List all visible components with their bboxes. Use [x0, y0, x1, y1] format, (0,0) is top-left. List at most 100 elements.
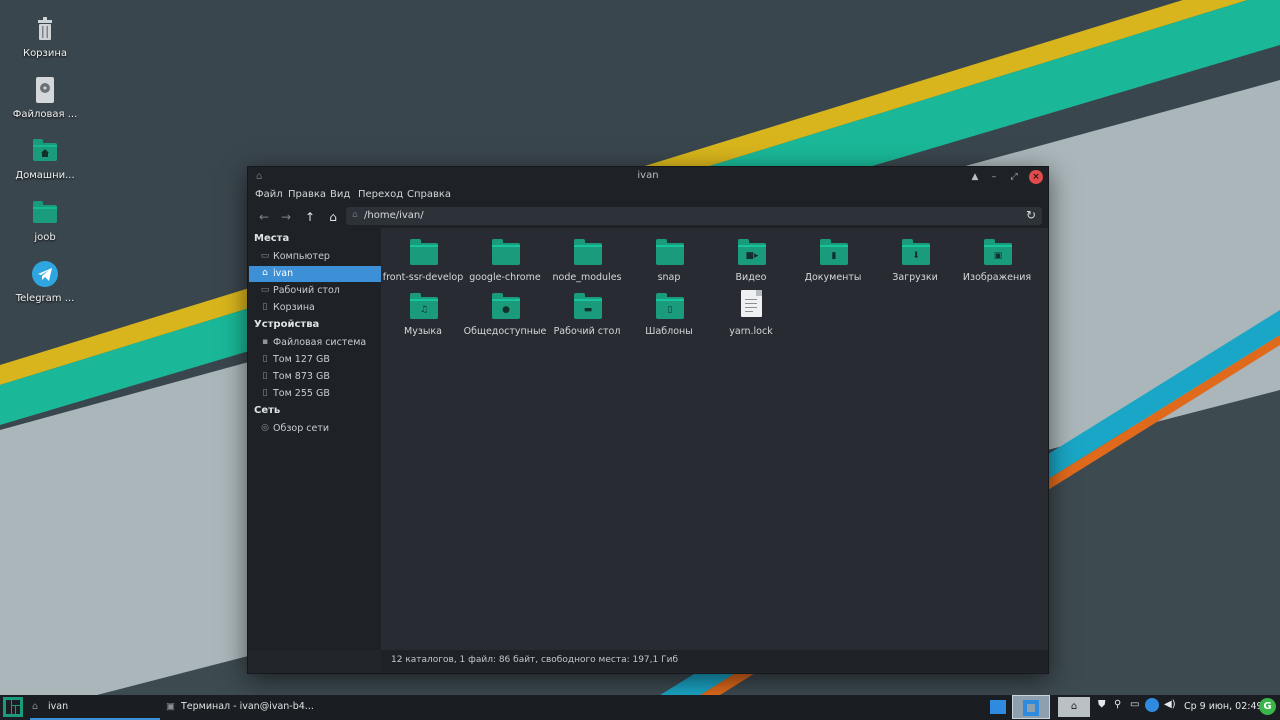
shield-icon[interactable]: ⛊: [1098, 699, 1106, 710]
folder-public-icon: ●: [492, 293, 520, 319]
back-button[interactable]: ←: [255, 208, 273, 226]
computer-icon: ▭: [260, 251, 270, 261]
sidebar-item-ivan[interactable]: ⌂ ivan: [249, 266, 381, 282]
folder-icon: [410, 239, 438, 265]
taskbar-task-label: Терминал - ivan@ivan-b4...: [181, 701, 314, 712]
terminal-icon: ▣: [166, 701, 175, 712]
taskbar-task-ivan[interactable]: ⌂ ivan: [30, 697, 160, 720]
clock[interactable]: Ср 9 июн, 02:49: [1184, 701, 1263, 712]
location-path: /home/ivan/: [364, 210, 424, 221]
file-item-label: yarn.lock: [729, 326, 773, 337]
update-icon[interactable]: G: [1259, 698, 1276, 715]
status-bar: 12 каталогов, 1 файл: 86 байт, свободног…: [381, 650, 1048, 672]
sidebar-item-label: Файловая система: [273, 337, 367, 348]
window-titlebar[interactable]: ⌂ ivan ▲ – ⤢ ×: [248, 167, 1048, 187]
file-item-label: Шаблоны: [645, 326, 693, 337]
folder-icon: [492, 239, 520, 265]
desktop-icon: ▭: [260, 285, 270, 295]
file-item-label: node_modules: [552, 272, 622, 283]
sidebar-item-desktop[interactable]: ▭ Рабочий стол: [249, 283, 381, 299]
sidebar-item-label: Рабочий стол: [273, 285, 340, 296]
sidebar-item-label: Том 127 GB: [273, 354, 330, 365]
desktop-icon-label: joob: [34, 232, 56, 243]
shade-icon[interactable]: ▲: [968, 170, 982, 184]
workspace-1[interactable]: [1012, 695, 1050, 719]
desktop-icon-telegram[interactable]: Telegram ...: [8, 259, 82, 304]
sidebar-item-volume-873[interactable]: ▯ Том 873 GB: [249, 369, 381, 385]
menu-button[interactable]: [3, 697, 23, 717]
desktop-icon-joob[interactable]: joob: [8, 198, 82, 243]
menu-bar: Файл Правка Вид Переход Справка: [248, 187, 1048, 206]
menu-go[interactable]: Переход: [358, 189, 403, 200]
sidebar-item-computer[interactable]: ▭ Компьютер: [249, 249, 381, 265]
workspace-2[interactable]: ⌂: [1058, 697, 1090, 717]
sidebar-header-network: Сеть: [254, 405, 281, 416]
home-icon: ⌂: [262, 268, 268, 278]
sidebar: Места ▭ Компьютер ⌂ ivan ▭ Рабочий стол …: [248, 228, 381, 650]
sidebar-item-filesystem[interactable]: ▪ Файловая система: [249, 335, 381, 351]
sidebar-item-volume-127[interactable]: ▯ Том 127 GB: [249, 352, 381, 368]
folder-icon: [574, 239, 602, 265]
folder-video-icon: ■▸: [738, 239, 766, 265]
menu-edit[interactable]: Правка: [288, 189, 326, 200]
text-file-icon: [741, 290, 762, 317]
chat-icon[interactable]: [990, 700, 1006, 714]
attachment-icon[interactable]: ⚲: [1114, 699, 1121, 710]
forward-button[interactable]: →: [277, 208, 295, 226]
home-folder-icon: [30, 136, 60, 166]
sidebar-item-label: ivan: [273, 268, 294, 279]
telegram-icon: [30, 259, 60, 289]
sidebar-header-devices: Устройства: [254, 319, 320, 330]
sidebar-item-trash[interactable]: ▯ Корзина: [249, 300, 381, 316]
home-button[interactable]: ⌂: [324, 208, 342, 226]
sidebar-item-network[interactable]: ◎ Обзор сети: [249, 421, 381, 437]
display-icon[interactable]: ▭: [1130, 699, 1139, 710]
window-title: ivan: [637, 170, 659, 181]
file-manager-window: ⌂ ivan ▲ – ⤢ × Файл Правка Вид Переход С…: [247, 166, 1049, 674]
desktop-icon-home[interactable]: Домашни...: [8, 136, 82, 181]
desktop-icon-label: Корзина: [22, 48, 68, 59]
folder-downloads-icon: ⬇: [902, 239, 930, 265]
file-item-label: Музыка: [404, 326, 442, 337]
taskbar-task-terminal[interactable]: ▣ Терминал - ivan@ivan-b4...: [164, 697, 314, 718]
network-icon: ◎: [261, 423, 269, 433]
drive-icon: [30, 75, 60, 105]
file-item-label: Документы: [804, 272, 862, 283]
folder-icon: [30, 198, 60, 228]
close-button[interactable]: ×: [1029, 170, 1043, 184]
drive-icon: ▪: [261, 337, 269, 347]
status-text: 12 каталогов, 1 файл: 86 байт, свободног…: [391, 655, 678, 665]
up-button[interactable]: ↑: [301, 208, 319, 226]
menu-file[interactable]: Файл: [255, 189, 283, 200]
desktop-icon-label: Файловая ...: [12, 109, 78, 120]
menu-help[interactable]: Справка: [407, 189, 451, 200]
file-view[interactable]: front-ssr-develop google-chrome node_mod…: [381, 228, 1048, 650]
minimize-button[interactable]: –: [987, 170, 1001, 184]
sidebar-header-places: Места: [254, 233, 290, 244]
folder-icon: [656, 239, 684, 265]
folder-templates-icon: ▯: [656, 293, 684, 319]
location-bar[interactable]: ⌂ /home/ivan/ ↻: [346, 207, 1042, 225]
menu-view[interactable]: Вид: [330, 189, 350, 200]
file-item-label: google-chrome: [469, 272, 541, 283]
sidebar-item-volume-255[interactable]: ▯ Том 255 GB: [249, 386, 381, 402]
trash-icon: ▯: [262, 302, 268, 312]
desktop-icon-trash[interactable]: Корзина: [8, 14, 82, 59]
trash-icon: [30, 14, 60, 44]
volume-icon[interactable]: ◀): [1164, 699, 1176, 710]
home-icon: ⌂: [32, 701, 39, 712]
reload-icon[interactable]: ↻: [1026, 208, 1036, 222]
sidebar-item-label: Обзор сети: [273, 423, 330, 434]
chrome-icon[interactable]: [1145, 698, 1159, 712]
desktop-icon-filesystem[interactable]: Файловая ...: [8, 75, 82, 120]
folder-desktop-icon: ▬: [574, 293, 602, 319]
volume-icon: ▯: [262, 371, 268, 381]
volume-icon: ▯: [262, 354, 268, 364]
taskbar: ⌂ ivan ▣ Терминал - ivan@ivan-b4... ⌂ ⛊ …: [0, 695, 1280, 720]
maximize-button[interactable]: ⤢: [1007, 170, 1021, 184]
file-item-label: Общедоступные: [463, 326, 547, 337]
folder-documents-icon: ▮: [820, 239, 848, 265]
home-icon: ⌂: [352, 210, 358, 220]
file-item-label: Видео: [735, 272, 767, 283]
toolbar: ← → ↑ ⌂ ⌂ /home/ivan/ ↻: [248, 206, 1048, 228]
